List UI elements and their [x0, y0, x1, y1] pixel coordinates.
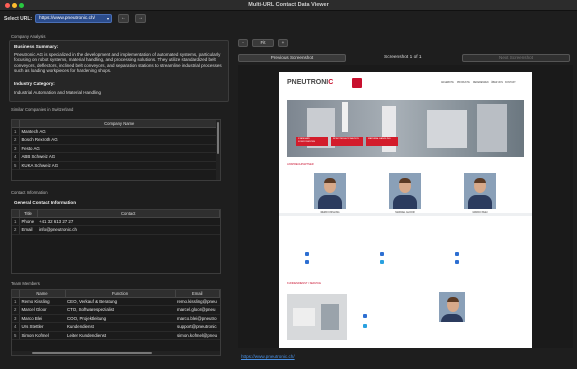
- team-members-table: Name Function Email 1 Remo Kissling CEO, V…: [11, 289, 221, 356]
- company-name-column-header[interactable]: Company Name: [19, 120, 220, 128]
- table-row[interactable]: 4 Urs Stettler Kundendienst support@pneutro…: [12, 322, 220, 332]
- table-row[interactable]: 5 Simon Kofmel Leiter Kundendienst simon.ko…: [12, 331, 220, 340]
- cta-material: MATERIAL HANDLING: [366, 137, 398, 146]
- table-row[interactable]: 1 Remo Kissling CEO, Verkauf & Beratung rem…: [12, 297, 220, 306]
- linkedin-icon: [363, 314, 367, 318]
- team-members-title: Team Members: [11, 281, 40, 286]
- person-photo: [389, 173, 421, 209]
- contact-info-title: Contact Information: [11, 190, 48, 195]
- previous-screenshot-button[interactable]: Previous Screenshot: [238, 54, 346, 62]
- screenshot-viewer[interactable]: PNEUTRONIC ANGEBOTE PRODUKTE REFERENZEN …: [238, 65, 573, 348]
- site-nav-item: PRODUKTE: [457, 82, 470, 84]
- website-link[interactable]: https://www.pneutronic.ch/: [241, 354, 295, 359]
- service-heading: KUNDENDIENST / SERVICE: [287, 282, 321, 285]
- cta-robot: ROBOTER AUTOMATION: [331, 137, 363, 146]
- url-label: Select URL:: [4, 16, 33, 22]
- linkedin-icon: [380, 252, 384, 256]
- screenshot-counter: Screenshot 1 of 1: [384, 55, 422, 60]
- linkedin-icon: [455, 260, 459, 264]
- general-contact-table: Title Contact 1 Phone +41 32 613 27 27 2 Ema…: [11, 209, 221, 274]
- function-column-header[interactable]: Function: [65, 290, 176, 298]
- zoom-select[interactable]: Fit: [252, 39, 274, 47]
- table-row[interactable]: 1 Phone +41 32 613 27 27: [12, 217, 220, 226]
- company-analysis-title: Company Analysis: [11, 34, 46, 39]
- table-row[interactable]: 2 Email info@pneutronic.ch: [12, 225, 220, 235]
- general-contact-heading: General Contact Information: [14, 200, 77, 205]
- hero-image: STANDARD KOMPONENTEN ROBOTER AUTOMATION …: [287, 100, 524, 157]
- pneutronic-logo: PNEUTRONIC: [287, 79, 334, 86]
- linkedin-icon: [305, 260, 309, 264]
- forward-arrow-icon: →: [138, 15, 143, 21]
- site-nav-item: KONTAKT: [505, 82, 516, 84]
- next-screenshot-button[interactable]: Next Screenshot: [462, 54, 570, 62]
- window-title: Multi-URL Contact Data Viewer: [248, 2, 329, 8]
- table-row[interactable]: 2 Marcel Gloor CTO, Softwarespezialist marc…: [12, 305, 220, 315]
- similar-companies-title: Similar Companies in Switzerland: [11, 107, 74, 112]
- linkedin-icon: [455, 252, 459, 256]
- table-row[interactable]: 2 Bosch Rexroth AG: [12, 135, 220, 145]
- company-analysis-panel: Business Summary: Pneutronic AG is speci…: [9, 40, 229, 102]
- twitter-icon: [363, 324, 367, 328]
- industry-category-heading: Industry Category:: [14, 81, 55, 86]
- team-section-heading: ANSPRECHPARTNER: [287, 163, 314, 166]
- twitter-icon: [380, 260, 384, 264]
- person-photo: [314, 173, 346, 209]
- contact-column-header[interactable]: Contact: [37, 210, 220, 218]
- industry-category-value: Industrial Automation and Material Handl…: [14, 90, 102, 95]
- table-row[interactable]: 1 Mantech AG: [12, 127, 220, 136]
- office-photo: [287, 294, 347, 340]
- back-button[interactable]: ←: [118, 14, 129, 23]
- website-screenshot: PNEUTRONIC ANGEBOTE PRODUKTE REFERENZEN …: [279, 72, 532, 348]
- back-arrow-icon: ←: [121, 15, 126, 21]
- table-row[interactable]: 3 Festo AG: [12, 144, 220, 153]
- badge-icon: [352, 78, 362, 88]
- table-row[interactable]: 4 ABB Schweiz AG: [12, 152, 220, 162]
- business-summary-text: Pneutronic AG is specialized in the deve…: [14, 52, 222, 74]
- similar-companies-scrollbar[interactable]: [216, 120, 220, 180]
- table-row[interactable]: 3 Marco Blei COO, Projektleitung marco.blei…: [12, 314, 220, 323]
- linkedin-icon: [305, 252, 309, 256]
- site-nav-item: ÜBER UNS: [491, 82, 503, 84]
- title-bar: Multi-URL Contact Data Viewer: [0, 0, 577, 11]
- email-column-header[interactable]: Email: [175, 290, 220, 298]
- forward-button[interactable]: →: [135, 14, 146, 23]
- url-select-value: https://www.pneutronic.ch/: [39, 16, 95, 21]
- cta-standard: STANDARD KOMPONENTEN: [296, 137, 328, 146]
- name-column-header[interactable]: Name: [19, 290, 66, 298]
- url-select[interactable]: https://www.pneutronic.ch/ ▾: [35, 14, 112, 23]
- team-table-horizontal-scrollbar[interactable]: [12, 351, 220, 355]
- zoom-in-button[interactable]: +: [278, 39, 288, 47]
- site-nav-item: ANGEBOTE: [441, 82, 454, 84]
- person-photo: [464, 173, 496, 209]
- site-nav-item: REFERENZEN: [473, 82, 489, 84]
- chevron-down-icon: ▾: [106, 16, 109, 21]
- business-summary-heading: Business Summary:: [14, 44, 59, 49]
- cookie-banner: [279, 213, 532, 216]
- url-bar: Select URL: https://www.pneutronic.ch/ ▾…: [4, 14, 574, 24]
- zoom-out-button[interactable]: -: [238, 39, 248, 47]
- title-column-header[interactable]: Title: [19, 210, 38, 218]
- similar-companies-table: Company Name 1 Mantech AG 2 Bosch Rexroth …: [11, 119, 221, 181]
- person-photo: [439, 292, 465, 322]
- table-row[interactable]: 5 KUKA Schweiz AG: [12, 161, 220, 170]
